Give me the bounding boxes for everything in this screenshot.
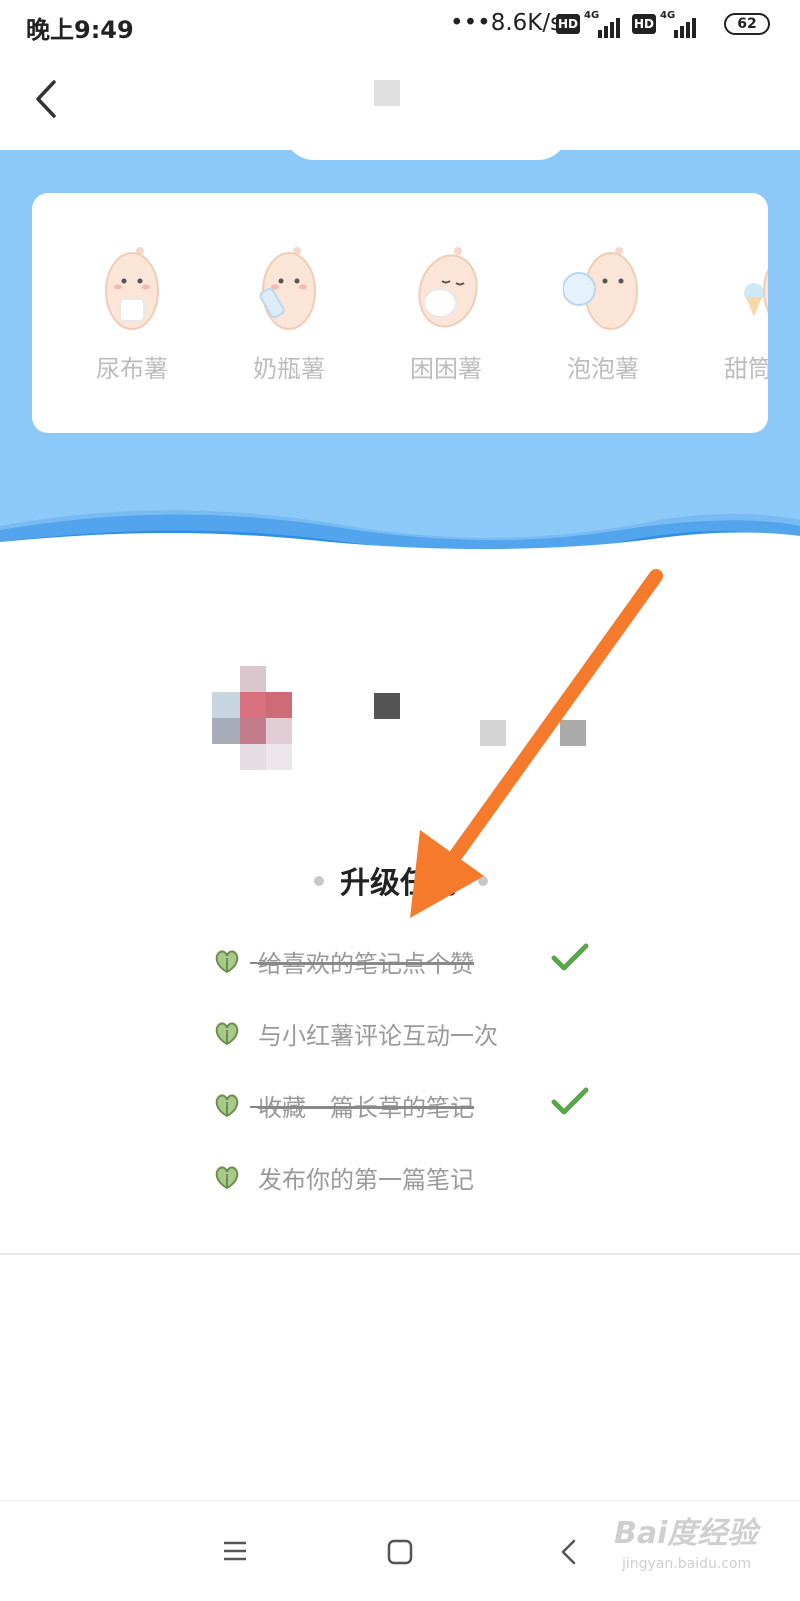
- sprout-icon: [215, 1166, 239, 1190]
- level-label: 甜筒薯: [724, 355, 768, 383]
- baidu-watermark: Bai度经验 jingyan.baidu.com: [614, 1500, 794, 1590]
- level-card: 尿布薯 奶瓶薯 困困薯 泡泡薯 甜筒: [32, 193, 768, 433]
- home-button[interactable]: [386, 1538, 414, 1570]
- sprout-icon: [215, 1094, 239, 1118]
- back-button[interactable]: [30, 76, 66, 122]
- check-icon: [551, 1087, 589, 1115]
- level-item-bottle[interactable]: 奶瓶薯: [229, 241, 349, 391]
- task-text: 给喜欢的笔记点个赞: [250, 944, 474, 979]
- wave-divider: [0, 510, 800, 570]
- section-divider: [0, 1253, 800, 1255]
- level-label: 泡泡薯: [567, 355, 639, 383]
- potato-cone-icon: [744, 268, 768, 317]
- username-blurred: [374, 693, 400, 719]
- status-time: 晚上9:49: [26, 16, 134, 44]
- level-label: 奶瓶薯: [253, 355, 325, 383]
- signal-icon-2: 4G: [660, 10, 700, 38]
- level-info-blurred: [480, 720, 506, 746]
- menu-button[interactable]: [222, 1538, 248, 1568]
- nav-back-button[interactable]: [558, 1538, 580, 1570]
- upgrade-tasks-title: 升级任务: [340, 866, 460, 901]
- level-label: 尿布薯: [96, 355, 168, 383]
- chevron-left-icon: [36, 80, 56, 118]
- watermark-text: Bai度经验: [614, 1516, 758, 1551]
- task-item: 与小红薯评论互动一次: [212, 1012, 612, 1052]
- back-triangle-icon: [561, 1539, 576, 1565]
- potato-sleepy-icon: [418, 247, 478, 328]
- signal-icon: 4G: [584, 10, 624, 38]
- network-speed: •••8.6K/s: [450, 10, 563, 36]
- task-item: 发布你的第一篇笔记: [212, 1156, 612, 1196]
- task-text: 收藏一篇长草的笔记: [250, 1088, 474, 1123]
- home-square-icon: [387, 1539, 413, 1565]
- network-type-2: 4G: [660, 10, 676, 21]
- avatar: [212, 666, 292, 772]
- level-item-cone[interactable]: 甜筒薯: [700, 241, 768, 391]
- watermark-url: jingyan.baidu.com: [622, 1556, 752, 1572]
- task-item: 给喜欢的笔记点个赞: [212, 940, 612, 980]
- header-tab-notch: [284, 128, 568, 160]
- network-type: 4G: [584, 10, 600, 21]
- level-item-diaper[interactable]: 尿布薯: [72, 241, 192, 391]
- hd-icon: HD: [556, 14, 580, 34]
- level-item-bubble[interactable]: 泡泡薯: [543, 241, 663, 391]
- hd-icon-2: HD: [632, 14, 656, 34]
- level-label: 困困薯: [410, 355, 482, 383]
- menu-icon: [224, 1541, 246, 1561]
- sprout-icon: [215, 1022, 239, 1046]
- potato-bottle-icon: [259, 247, 316, 330]
- sprout-icon: [215, 950, 239, 974]
- task-item: 收藏一篇长草的笔记: [212, 1084, 612, 1124]
- level-info-blurred-2: [560, 720, 586, 746]
- battery-icon: 62: [724, 13, 770, 35]
- level-item-sleepy[interactable]: 困困薯: [386, 241, 506, 391]
- potato-diaper-icon: [105, 247, 159, 330]
- check-icon: [551, 943, 589, 971]
- status-bar: 晚上9:49 •••8.6K/s HD 4G HD 4G 62: [0, 0, 800, 50]
- task-text: 与小红薯评论互动一次: [258, 1022, 498, 1050]
- task-text: 发布你的第一篇笔记: [258, 1166, 474, 1194]
- title-dot-right: [478, 876, 488, 886]
- page-title-blurred: [374, 80, 400, 106]
- potato-bubble-icon: [563, 247, 638, 330]
